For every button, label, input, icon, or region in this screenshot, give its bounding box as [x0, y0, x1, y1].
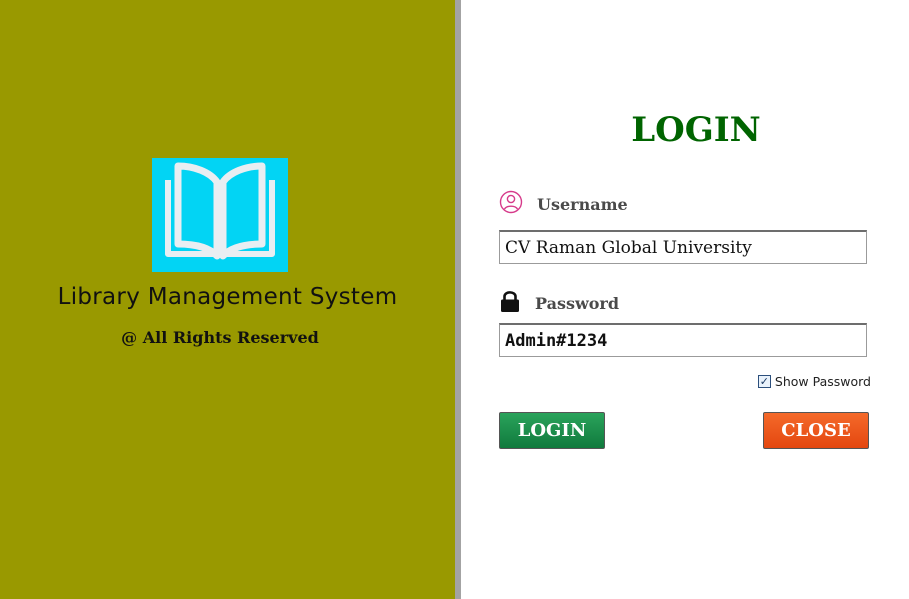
app-title: Library Management System	[57, 284, 398, 310]
password-label-row: Password	[499, 289, 619, 318]
show-password-label: Show Password	[774, 374, 871, 389]
show-password-toggle[interactable]: ✓ Show Password	[757, 374, 871, 389]
login-heading: LOGIN	[631, 110, 761, 150]
password-label: Password	[535, 294, 620, 313]
password-input[interactable]	[499, 323, 867, 357]
padlock-icon	[499, 289, 521, 318]
login-window: Library Management System @ All Rights R…	[0, 0, 909, 599]
branding-panel: Library Management System @ All Rights R…	[0, 0, 455, 599]
username-label: Username	[537, 195, 628, 214]
login-button[interactable]: LOGIN	[499, 412, 605, 449]
user-circle-icon	[499, 190, 523, 219]
open-book-icon	[152, 158, 288, 272]
close-button[interactable]: CLOSE	[763, 412, 869, 449]
username-label-row: Username	[499, 190, 628, 219]
login-form-panel: LOGIN Username Password ✓	[461, 0, 909, 599]
copyright-text: @ All Rights Reserved	[121, 328, 319, 347]
username-input[interactable]	[499, 230, 867, 264]
show-password-checkbox[interactable]: ✓	[757, 375, 771, 388]
